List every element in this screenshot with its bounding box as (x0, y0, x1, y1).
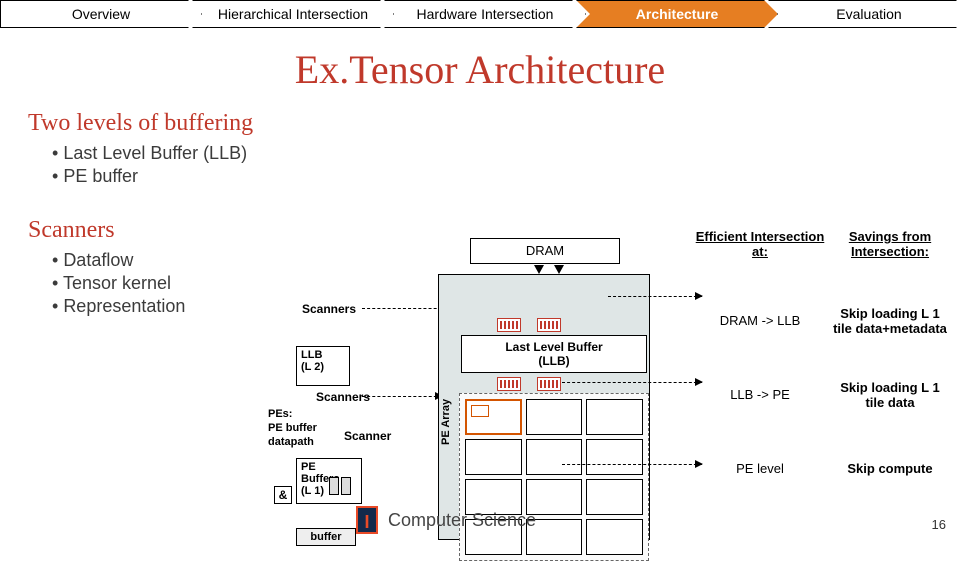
pe-cell (526, 399, 583, 435)
slide-content: Two levels of buffering Last Level Buffe… (0, 110, 960, 510)
box-buffer: buffer (296, 528, 356, 546)
llb-l2-line2: (L 2) (301, 361, 324, 373)
page-number: 16 (932, 517, 946, 532)
illinois-i-icon: I (356, 506, 378, 534)
pe-cell (586, 519, 643, 555)
pe-cell (526, 439, 583, 475)
nav-overview[interactable]: Overview (0, 0, 202, 28)
scanner-icon (537, 377, 561, 391)
arrow-to-right-2 (562, 382, 702, 383)
pe-cell (586, 479, 643, 515)
col2-row: Skip loading L 1 tile data (830, 358, 950, 432)
nav-evaluation[interactable]: Evaluation (768, 0, 960, 28)
llb-l2-line1: LLB (301, 349, 322, 361)
arrow-to-right-3 (562, 464, 702, 465)
pe-array-label: PE Array (440, 399, 452, 445)
col-efficient-intersection: Efficient Intersection at: DRAM -> LLB L… (690, 230, 830, 506)
section-buffering: Two levels of buffering Last Level Buffe… (0, 110, 960, 187)
arrow-dram-down-icon (554, 265, 564, 274)
pe-inner-icon (471, 405, 489, 417)
col2-row: Skip loading L 1 tile data+metadata (830, 284, 950, 358)
llb-line2: (LLB) (538, 354, 569, 368)
scanner-icon (497, 318, 521, 332)
footer-dept: Computer Science (388, 510, 536, 531)
scanner-icon (497, 377, 521, 391)
pe-cell (465, 399, 522, 435)
col2-head: Savings from Intersection: (830, 230, 950, 260)
ampersand-box: & (274, 486, 292, 504)
pebuf-inner-icon (341, 477, 351, 495)
llb-block: Last Level Buffer (LLB) (461, 335, 647, 373)
buffering-heading: Two levels of buffering (28, 110, 960, 137)
pebuf-l2: (L 1) (301, 485, 324, 497)
architecture-diagram: DRAM Last Level Buffer (LLB) PE Array (430, 238, 660, 548)
label-scanner-pe: Scanner (344, 429, 391, 443)
pe-cell (586, 399, 643, 435)
pebuf-inner-icon (329, 477, 339, 495)
page-title: Ex.Tensor Architecture (0, 46, 960, 93)
nav-hierarchical[interactable]: Hierarchical Intersection (192, 0, 394, 28)
buffering-item: Last Level Buffer (LLB) (52, 143, 960, 164)
col1-row: LLB -> PE (690, 358, 830, 432)
col1-row: PE level (690, 432, 830, 506)
breadcrumb-nav: Overview Hierarchical Intersection Hardw… (0, 0, 960, 28)
dram-block: DRAM (470, 238, 620, 264)
buffering-item: PE buffer (52, 166, 960, 187)
arrow-dram-down-icon (534, 265, 544, 274)
box-llb-l2: LLB (L 2) (296, 346, 350, 386)
pe-array (459, 393, 649, 561)
pes-l3: datapath (268, 436, 314, 448)
pes-l2: PE buffer (268, 422, 317, 434)
col1-row: DRAM -> LLB (690, 284, 830, 358)
footer-affiliation: I Computer Science (356, 506, 536, 534)
box-pe-buffers: PE Buffers (L 1) (296, 458, 362, 504)
arrow-to-right-1 (608, 296, 702, 297)
col2-row: Skip compute (830, 432, 950, 506)
scanner-icon (537, 318, 561, 332)
label-scanners-mid: Scanners (316, 390, 370, 404)
chip-outline: Last Level Buffer (LLB) PE Array (438, 274, 650, 540)
label-pes: PEs: PE buffer datapath (268, 408, 317, 449)
col-savings: Savings from Intersection: Skip loading … (830, 230, 950, 506)
nav-hardware[interactable]: Hardware Intersection (384, 0, 586, 28)
pes-l1: PEs: (268, 408, 292, 420)
nav-architecture[interactable]: Architecture (576, 0, 778, 28)
pe-cell (465, 439, 522, 475)
label-scanners-top: Scanners (302, 302, 356, 316)
llb-line1: Last Level Buffer (505, 340, 602, 354)
pe-cell (586, 439, 643, 475)
col1-head: Efficient Intersection at: (690, 230, 830, 260)
